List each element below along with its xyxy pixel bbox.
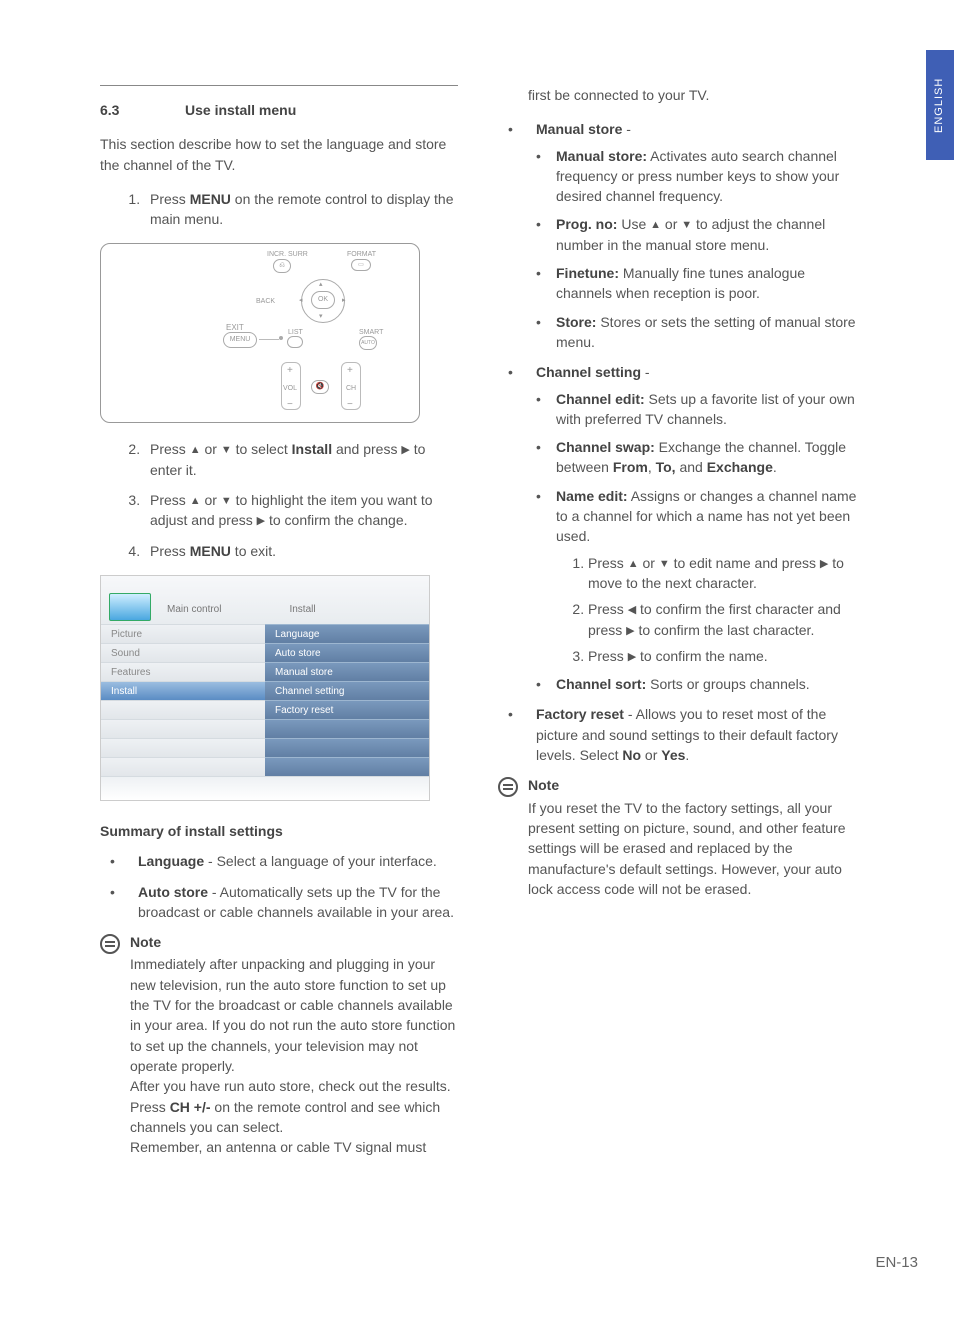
summary-heading: Summary of install settings xyxy=(100,821,460,841)
menu-left-col: Picture Sound Features Install xyxy=(101,624,265,776)
channel-setting-block: Channel setting - Channel edit: Sets up … xyxy=(508,362,858,694)
summary-list: Language - Select a language of your int… xyxy=(100,851,460,922)
steps-list-2: Press ▲ or ▼ to select Install and press… xyxy=(100,439,460,560)
step-4: Press MENU to exit. xyxy=(144,541,460,561)
language-tab: ENGLISH xyxy=(926,50,954,160)
tv-thumbnail-icon xyxy=(109,593,151,621)
section-heading: 6.3 Use install menu xyxy=(100,100,460,120)
menu-screenshot: Main control Install Picture Sound Featu… xyxy=(100,575,430,801)
steps-list-1: Press MENU on the remote control to disp… xyxy=(100,189,460,230)
factory-reset-block: Factory reset - Allows you to reset most… xyxy=(508,704,858,765)
step-2: Press ▲ or ▼ to select Install and press… xyxy=(144,439,460,480)
menu-right-col: Language Auto store Manual store Channel… xyxy=(265,624,429,776)
step-1: Press MENU on the remote control to disp… xyxy=(144,189,460,230)
manual-store-block: Manual store - Manual store: Activates a… xyxy=(498,119,858,765)
note-icon xyxy=(498,777,518,797)
left-column: 6.3 Use install menu This section descri… xyxy=(100,85,460,1157)
remote-figure: INCR. SURR FORMAT ⎌ ▭ BACK OK ▴ ▾ ◂ ▸ EX… xyxy=(100,243,420,423)
intro-text: This section describe how to set the lan… xyxy=(100,134,460,175)
note-1: Note Immediately after unpacking and plu… xyxy=(100,932,460,1157)
page-number: EN-13 xyxy=(875,1252,918,1274)
page-body: 6.3 Use install menu This section descri… xyxy=(100,85,860,1157)
right-column: first be connected to your TV. Manual st… xyxy=(498,85,858,1157)
note-icon xyxy=(100,934,120,954)
note-2: Note If you reset the TV to the factory … xyxy=(498,775,858,899)
step-3: Press ▲ or ▼ to highlight the item you w… xyxy=(144,490,460,531)
